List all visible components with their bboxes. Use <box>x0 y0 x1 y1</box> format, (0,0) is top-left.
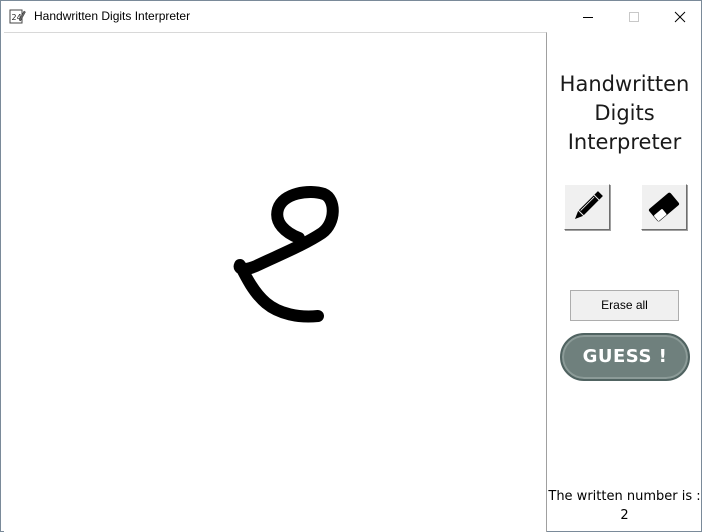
heading-line: Digits <box>594 101 655 125</box>
handwritten-digit-stroke <box>233 185 339 323</box>
close-button[interactable] <box>657 1 702 32</box>
heading-line: Interpreter <box>567 130 682 154</box>
minimize-icon <box>583 16 593 18</box>
maximize-button[interactable] <box>611 1 657 32</box>
window-title: Handwritten Digits Interpreter <box>34 9 191 23</box>
heading-line: Handwritten <box>559 72 690 96</box>
drawing-canvas[interactable] <box>4 32 547 532</box>
close-icon <box>674 11 686 22</box>
minimize-button[interactable] <box>565 1 611 32</box>
erase-all-button[interactable]: Erase all <box>570 290 679 321</box>
guess-button[interactable]: GUESS ! <box>560 333 690 381</box>
pencil-tool-button[interactable] <box>564 184 610 230</box>
side-panel: Handwritten Digits Interpreter Erase all… <box>548 32 701 531</box>
result-label: The written number is : <box>548 489 701 504</box>
title-bar[interactable]: 24 Handwritten Digits Interpreter <box>1 1 701 32</box>
maximize-icon <box>629 11 639 22</box>
app-heading: Handwritten Digits Interpreter <box>548 70 701 157</box>
app-window: 24 Handwritten Digits Interpreter Handwr… <box>0 0 702 532</box>
digits-app-icon: 24 <box>9 9 26 24</box>
eraser-icon <box>648 192 680 222</box>
eraser-tool-button[interactable] <box>641 184 687 230</box>
result-value: 2 <box>620 508 629 523</box>
pencil-icon <box>574 191 603 220</box>
